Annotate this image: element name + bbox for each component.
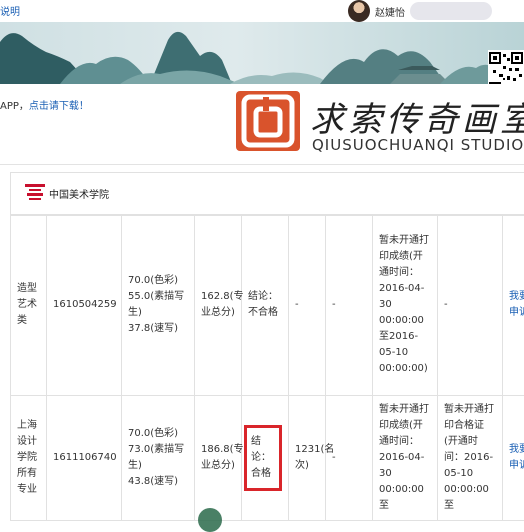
stamp-icon bbox=[198, 508, 222, 532]
table-row: 上海设计学院所有专业 1611106740 70.0(色彩) 73.0(素描写生… bbox=[11, 396, 524, 521]
top-bar: 说明 赵婕怡 bbox=[0, 0, 524, 22]
appeal-cell: 我要申诉 bbox=[503, 215, 524, 396]
appeal-link[interactable]: 我要申诉 bbox=[509, 291, 524, 318]
app-download-link[interactable]: 点击请下载！ bbox=[29, 101, 89, 112]
rank-cell: 1231(名次) bbox=[289, 396, 326, 521]
result-cell: 结论：不合格 bbox=[242, 215, 289, 396]
help-link[interactable]: 说明 bbox=[0, 3, 20, 18]
exam-number-cell: 1610504259 bbox=[47, 215, 122, 396]
score-color: 70.0(色彩) bbox=[128, 273, 188, 289]
score-sketch: 73.0(素描写生) bbox=[128, 442, 188, 474]
extra-cell: - bbox=[326, 215, 373, 396]
studio-name-cn: 求索传奇画室 bbox=[310, 92, 524, 141]
total-score-cell: 186.8(专业总分) bbox=[195, 396, 242, 521]
scores-cell: 70.0(色彩) 55.0(素描写生) 37.8(速写) bbox=[122, 215, 195, 396]
scores-cell: 70.0(色彩) 73.0(素描写生) 43.8(速写) bbox=[122, 396, 195, 521]
print-certificate-cell: - bbox=[438, 215, 503, 396]
result-cell: 结论：合格 bbox=[242, 396, 289, 521]
school-name: 中国美术学院 bbox=[49, 186, 109, 201]
app-download-strip: APP，点击请下载！ 求索传奇画室 QIUSUOCHUANQI STUDIO bbox=[0, 84, 524, 165]
rank-cell: - bbox=[289, 215, 326, 396]
studio-logo-icon bbox=[236, 91, 300, 151]
appeal-cell: 我要申诉 bbox=[503, 396, 524, 521]
blurred-info bbox=[410, 2, 492, 20]
major-cell: 上海设计学院所有专业 bbox=[11, 396, 47, 521]
user-avatar[interactable] bbox=[348, 0, 370, 22]
score-sketch: 55.0(素描写生) bbox=[128, 289, 188, 321]
score-table: 造型艺术类 1610504259 70.0(色彩) 55.0(素描写生) 37.… bbox=[10, 214, 524, 521]
school-logo-icon bbox=[25, 184, 45, 202]
total-score-cell: 162.8(专业总分) bbox=[195, 215, 242, 396]
landscape-banner bbox=[0, 22, 524, 84]
school-header: 中国美术学院 bbox=[10, 172, 524, 216]
user-name[interactable]: 赵婕怡 bbox=[375, 4, 405, 19]
studio-name-en: QIUSUOCHUANQI STUDIO bbox=[312, 136, 524, 154]
exam-number-cell: 1611106740 bbox=[47, 396, 122, 521]
print-score-cell: 暂未开通打印成绩(开通时间：2016-04-30 00:00:00至 bbox=[373, 396, 438, 521]
qr-code bbox=[488, 50, 524, 84]
score-quick-sketch: 37.8(速写) bbox=[128, 321, 188, 337]
app-download-text: APP，点击请下载！ bbox=[0, 97, 89, 112]
print-score-cell: 暂未开通打印成绩(开通时间：2016-04-30 00:00:00至2016-0… bbox=[373, 215, 438, 396]
result-highlight: 结论：合格 bbox=[244, 425, 282, 491]
major-cell: 造型艺术类 bbox=[11, 215, 47, 396]
table-row: 造型艺术类 1610504259 70.0(色彩) 55.0(素描写生) 37.… bbox=[11, 215, 524, 396]
print-certificate-cell: 暂未开通打印合格证(开通时间：2016-05-10 00:00:00至 bbox=[438, 396, 503, 521]
score-quick-sketch: 43.8(速写) bbox=[128, 474, 188, 490]
extra-cell: - bbox=[326, 396, 373, 521]
score-color: 70.0(色彩) bbox=[128, 426, 188, 442]
appeal-link[interactable]: 我要申诉 bbox=[509, 444, 524, 471]
